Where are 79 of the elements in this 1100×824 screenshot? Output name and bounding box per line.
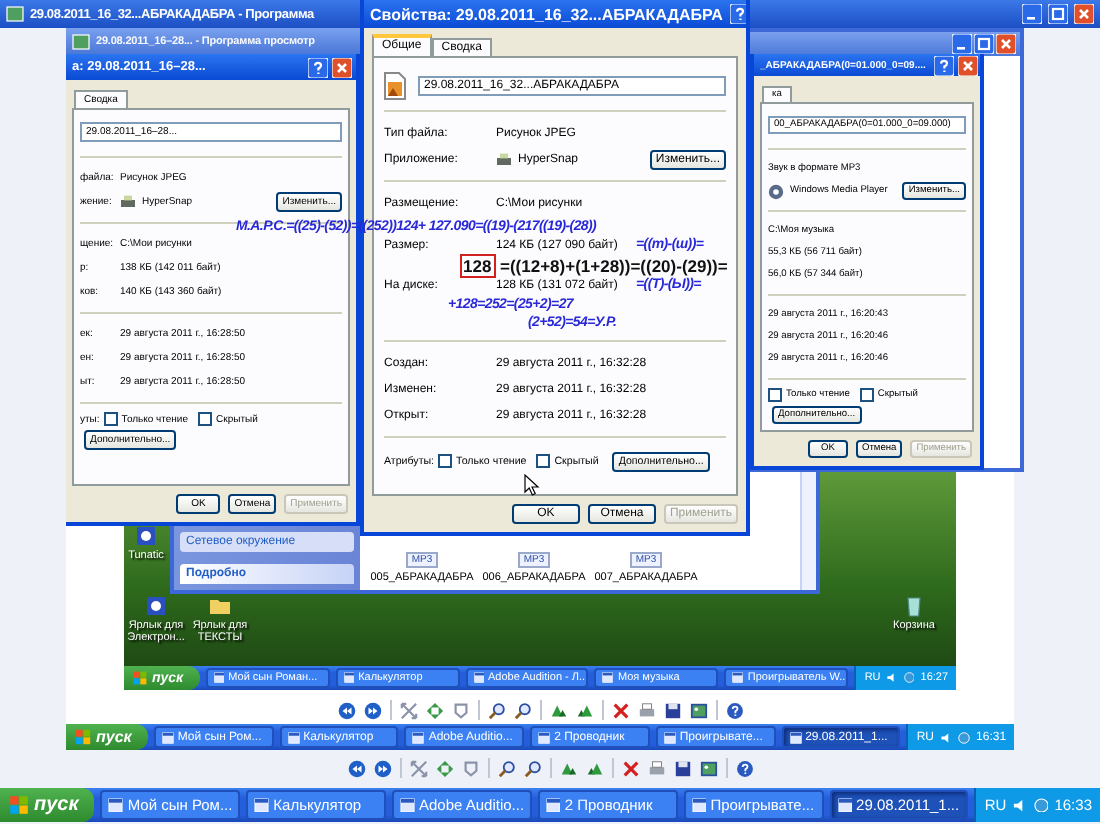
network-icon[interactable] — [958, 731, 971, 743]
window-icon — [400, 797, 415, 813]
printer-icon — [120, 194, 136, 210]
image-icon[interactable] — [689, 701, 707, 719]
help-icon[interactable] — [725, 701, 743, 719]
help-icon[interactable] — [730, 4, 746, 24]
minimize-icon[interactable] — [1022, 4, 1042, 24]
window-icon — [343, 672, 355, 684]
speaker-icon[interactable] — [940, 731, 953, 743]
maximize-icon[interactable] — [1048, 4, 1068, 24]
start-button[interactable]: пуск — [0, 788, 95, 822]
recycle-bin-icon[interactable] — [902, 594, 926, 618]
rewind-icon[interactable] — [337, 701, 355, 719]
printer-icon — [496, 151, 512, 167]
minimize-icon[interactable] — [952, 34, 972, 54]
checkbox[interactable] — [536, 454, 551, 468]
checkbox[interactable] — [438, 454, 453, 468]
window-icon — [602, 672, 614, 684]
delete-icon[interactable] — [611, 701, 629, 719]
window-icon — [254, 797, 270, 813]
print-icon[interactable] — [637, 701, 655, 719]
flag-icon — [8, 794, 30, 816]
delete-icon[interactable] — [621, 759, 639, 777]
maximize-icon[interactable] — [974, 34, 994, 54]
framed-annotation: 128 — [459, 253, 496, 278]
window-title: Свойства: 29.08.2011_16_32...АБРАКАДАБРА — [370, 5, 723, 23]
start-button[interactable]: пуск — [66, 724, 148, 750]
window-icon — [663, 731, 676, 743]
window-icon — [837, 797, 853, 813]
print-icon[interactable] — [647, 759, 665, 777]
zoom-out-icon[interactable] — [523, 759, 541, 777]
network-icon[interactable] — [1033, 797, 1049, 813]
window-icon — [287, 731, 300, 743]
fast-forward-icon[interactable] — [373, 759, 391, 777]
rewind-icon[interactable] — [347, 759, 365, 777]
image-file-icon — [384, 71, 406, 99]
window-icon — [538, 731, 551, 743]
window-icon — [108, 797, 124, 813]
close-icon[interactable] — [332, 57, 352, 77]
window-icon — [732, 672, 744, 684]
annotation-text: =((12+8)+(1+28))=((20)-(29))= — [500, 258, 728, 275]
fit-icon[interactable] — [409, 759, 427, 777]
save-icon[interactable] — [663, 701, 681, 719]
checkbox[interactable] — [103, 412, 118, 426]
speaker-icon[interactable] — [1012, 797, 1028, 813]
close-icon[interactable] — [957, 55, 978, 75]
save-icon[interactable] — [673, 759, 691, 777]
close-icon[interactable] — [1074, 4, 1094, 24]
window-icon — [213, 672, 225, 684]
help-icon[interactable] — [933, 55, 954, 75]
window-icon — [473, 672, 484, 684]
image-icon[interactable] — [699, 759, 717, 777]
picture-icon — [72, 33, 90, 49]
help-icon[interactable] — [735, 759, 753, 777]
zoom-in-icon[interactable] — [497, 759, 515, 777]
disc-icon — [768, 183, 784, 199]
close-icon[interactable] — [996, 34, 1016, 54]
scrollbar[interactable] — [800, 470, 816, 590]
fit-icon[interactable] — [399, 701, 417, 719]
move-icon[interactable] — [425, 701, 443, 719]
shortcut-icon[interactable] — [134, 524, 158, 548]
zoom-out-icon[interactable] — [513, 701, 531, 719]
window-icon — [691, 797, 707, 813]
checkbox[interactable] — [198, 412, 213, 426]
flag-icon — [132, 670, 148, 686]
window-icon — [789, 731, 802, 743]
checkbox[interactable] — [768, 388, 782, 402]
window-icon — [412, 731, 425, 743]
shortcut-icon[interactable] — [144, 594, 168, 618]
window-icon — [161, 731, 174, 743]
fast-forward-icon[interactable] — [363, 701, 381, 719]
picture-icon — [6, 6, 24, 22]
help-icon[interactable] — [308, 57, 328, 77]
move-icon[interactable] — [435, 759, 453, 777]
speaker-icon[interactable] — [886, 672, 898, 684]
window-icon — [545, 797, 561, 813]
zoom-in-icon[interactable] — [487, 701, 505, 719]
checkbox[interactable] — [859, 388, 874, 402]
flag-icon — [74, 728, 92, 746]
